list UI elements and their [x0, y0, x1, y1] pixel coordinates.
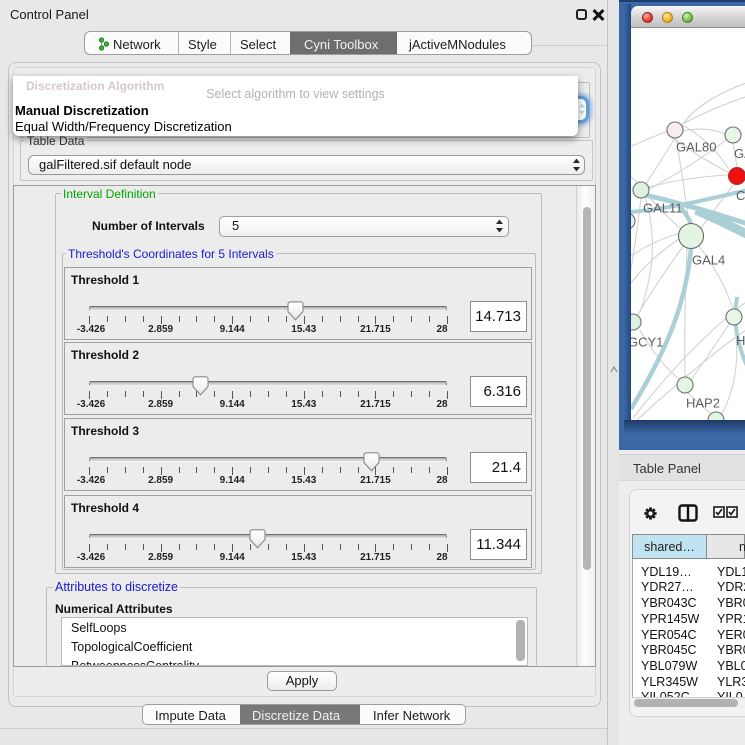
- svg-text:HAP2: HAP2: [686, 396, 720, 411]
- svg-text:GAL4: GAL4: [692, 253, 725, 268]
- svg-text:CY: CY: [736, 188, 745, 203]
- svg-text:GCY1: GCY1: [631, 335, 663, 350]
- svg-text:GAL: GAL: [734, 146, 745, 161]
- svg-text:HA: HA: [736, 333, 745, 348]
- svg-text:GAL80: GAL80: [676, 140, 716, 155]
- svg-text:GAL11: GAL11: [643, 201, 683, 216]
